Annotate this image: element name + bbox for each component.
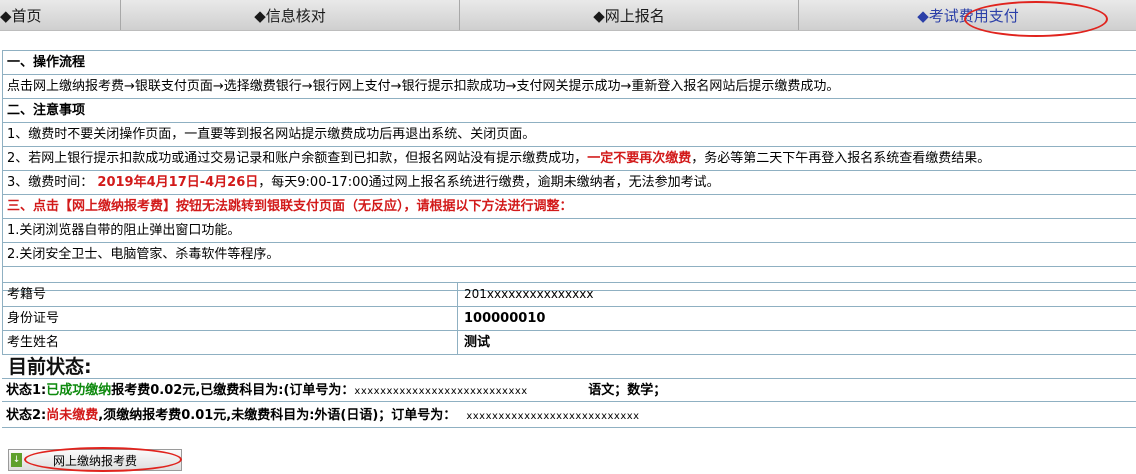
- pay-button-label: 网上缴纳报考费: [52, 453, 137, 468]
- nav-online-registration[interactable]: ◆网上报名: [460, 0, 799, 30]
- candidate-info-table: 考籍号 201xxxxxxxxxxxxxxx 身份证号 100000010 考生…: [2, 282, 1136, 355]
- table-row: 考籍号 201xxxxxxxxxxxxxxx: [3, 283, 1136, 307]
- button-icon: ↓: [11, 453, 22, 467]
- note-item-2: 2、若网上银行提示扣款成功或通过交易记录和账户余额查到已扣款，但报名网站没有提示…: [3, 147, 1136, 171]
- flow-heading: 一、操作流程: [3, 50, 1136, 75]
- warning-text: 一定不要再次缴费: [587, 151, 692, 166]
- nav-info-check[interactable]: ◆信息核对: [121, 0, 460, 30]
- fix-heading: 三、点击【网上缴纳报考费】按钮无法跳转到银联支付页面（无反应），请根据以下方法进…: [3, 195, 1136, 219]
- exam-no-label: 考籍号: [3, 283, 458, 306]
- nav-home[interactable]: ◆首页: [0, 0, 121, 30]
- order-number-2: xxxxxxxxxxxxxxxxxxxxxxxxxxx: [466, 411, 640, 422]
- nav-exam-fee-payment[interactable]: ◆考试费用支付: [799, 0, 1136, 30]
- table-row: 考生姓名 测试: [3, 331, 1136, 355]
- id-value: 100000010: [464, 311, 546, 326]
- status-row-1: 状态1:已成功缴纳报考费0.02元,已缴费科目为:(订单号为：xxxxxxxxx…: [2, 378, 1136, 402]
- fix-item-1: 1.关闭浏览器自带的阻止弹出窗口功能。: [3, 219, 1136, 243]
- online-pay-button[interactable]: ↓ 网上缴纳报考费: [8, 449, 182, 471]
- paid-subjects: 语文；数学；: [588, 383, 667, 398]
- name-value: 测试: [464, 335, 491, 350]
- exam-no-value: 201xxxxxxxxxxxxxxx: [464, 287, 594, 301]
- notes-heading: 二、注意事项: [3, 99, 1136, 123]
- status-title: 目前状态:: [8, 356, 92, 378]
- payment-date-range: 2019年4月17日-4月26日: [97, 175, 259, 190]
- id-label: 身份证号: [3, 307, 458, 330]
- flow-text: 点击网上缴纳报考费→银联支付页面→选择缴费银行→银行网上支付→银行提示扣款成功→…: [3, 75, 1136, 99]
- table-row: 身份证号 100000010: [3, 307, 1136, 331]
- fix-item-2: 2.关闭安全卫士、电脑管家、杀毒软件等程序。: [3, 243, 1136, 267]
- top-nav: ◆首页 ◆信息核对 ◆网上报名 ◆考试费用支付: [0, 0, 1136, 31]
- order-number-1: xxxxxxxxxxxxxxxxxxxxxxxxxxx: [354, 386, 528, 397]
- status-paid: 已成功缴纳: [46, 383, 112, 398]
- instructions-table: 一、操作流程 点击网上缴纳报考费→银联支付页面→选择缴费银行→银行网上支付→银行…: [2, 50, 1136, 291]
- status-row-2: 状态2:尚未缴费,须缴纳报考费0.01元,未缴费科目为:外语(日语)；订单号为：…: [2, 404, 1136, 428]
- name-label: 考生姓名: [3, 331, 458, 354]
- note-item-3: 3、缴费时间： 2019年4月17日-4月26日，每天9:00-17:00通过网…: [3, 171, 1136, 195]
- status-unpaid: 尚未缴费: [46, 408, 99, 423]
- note-item-1: 1、缴费时不要关闭操作页面，一直要等到报名网站提示缴费成功后再退出系统、关闭页面…: [3, 123, 1136, 147]
